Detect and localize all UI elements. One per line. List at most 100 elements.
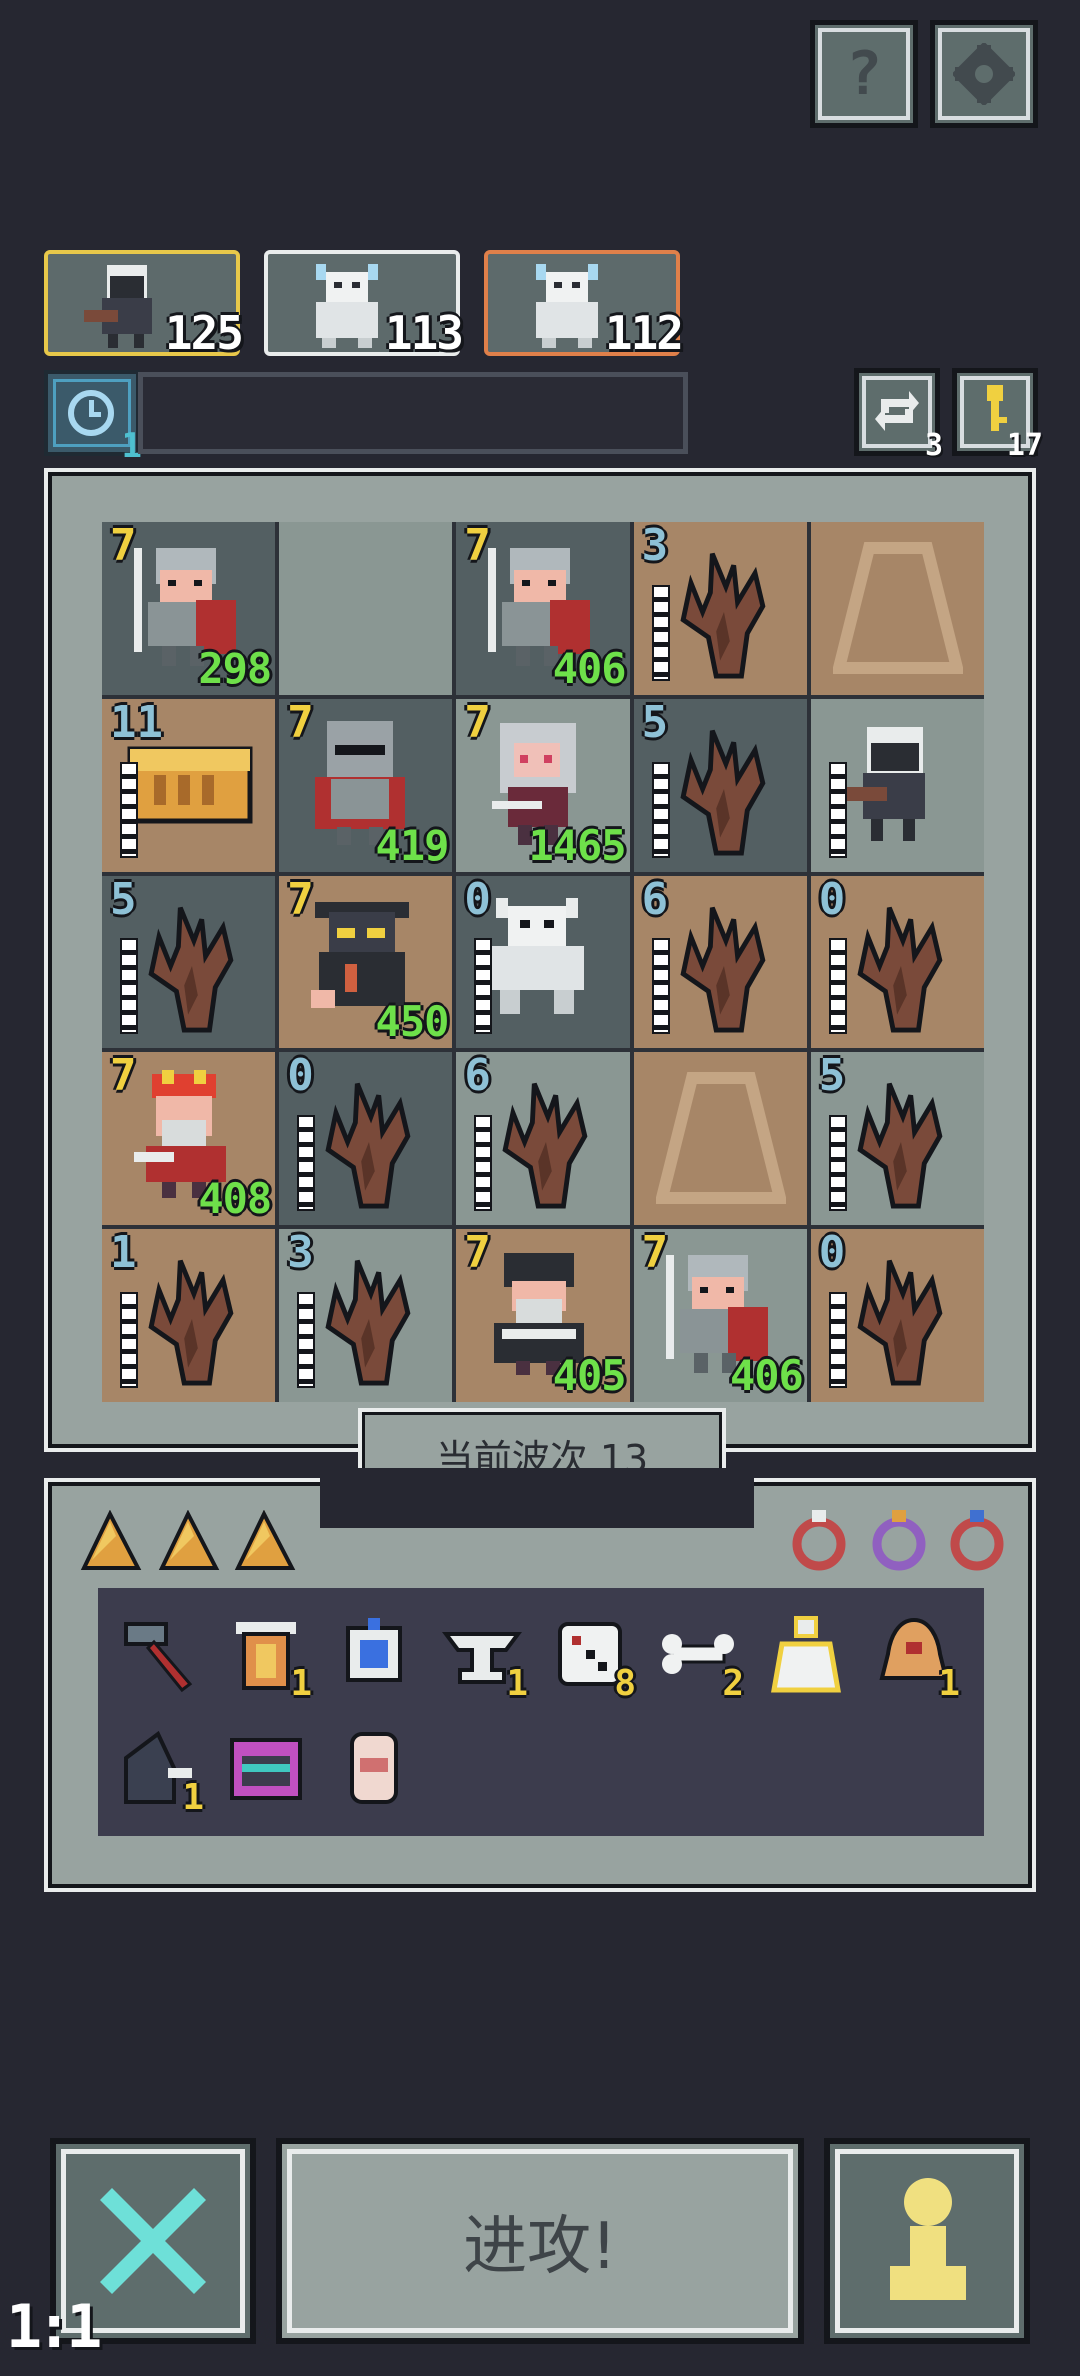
gem-box-icon bbox=[346, 1618, 402, 1682]
ring-icon[interactable] bbox=[868, 1506, 930, 1572]
dead-tree-icon bbox=[680, 729, 766, 856]
cell-level: 0 bbox=[818, 875, 846, 925]
inventory-item[interactable]: 1 bbox=[874, 1614, 960, 1704]
inventory-item[interactable]: 1 bbox=[442, 1614, 528, 1704]
board-cell[interactable] bbox=[810, 698, 984, 872]
board-cell[interactable]: 5 bbox=[810, 1052, 984, 1226]
cell-level: 5 bbox=[110, 875, 137, 925]
dead-tree-icon bbox=[680, 552, 766, 679]
board-cell[interactable]: 7 406 bbox=[456, 522, 630, 695]
board-cell[interactable]: 0 bbox=[810, 875, 984, 1049]
board-cell[interactable]: 7 405 bbox=[456, 1229, 630, 1402]
enemy-card-3[interactable]: 112 bbox=[484, 250, 684, 360]
board-cell[interactable] bbox=[633, 1052, 807, 1226]
cell-level: 7 bbox=[464, 1229, 491, 1279]
inventory-item[interactable] bbox=[334, 1614, 414, 1694]
cheese-icon[interactable] bbox=[158, 1510, 220, 1572]
stack-bars bbox=[120, 938, 138, 1035]
board-cell[interactable]: 11 bbox=[102, 698, 276, 872]
hammer-icon bbox=[124, 1622, 193, 1693]
stack-bars bbox=[474, 1115, 493, 1212]
dead-tree-icon bbox=[325, 1083, 411, 1209]
board-cell[interactable]: 0 bbox=[456, 875, 630, 1049]
item-count: 1 bbox=[290, 1663, 312, 1704]
stack-bars bbox=[651, 761, 670, 858]
board-cell[interactable]: 6 bbox=[456, 1052, 630, 1226]
inventory-item[interactable]: 1 bbox=[118, 1728, 204, 1818]
cell-level: 5 bbox=[641, 698, 669, 748]
cell-hp: 450 bbox=[375, 997, 450, 1047]
trap-slot-icon bbox=[832, 542, 963, 674]
board-cell[interactable]: 7 1465 bbox=[456, 698, 630, 872]
dead-tree-icon bbox=[680, 906, 766, 1033]
inventory-tab-cover bbox=[320, 1468, 754, 1528]
stack-bars bbox=[651, 938, 670, 1035]
enemy-hp: 112 bbox=[604, 306, 684, 360]
skull-knight-icon bbox=[840, 726, 925, 841]
key-button[interactable]: 17 bbox=[952, 368, 1043, 463]
board-cell[interactable] bbox=[279, 522, 453, 695]
dead-tree-icon bbox=[148, 1259, 234, 1386]
inventory-item[interactable] bbox=[766, 1614, 846, 1694]
board-cell[interactable]: 6 bbox=[633, 875, 807, 1049]
cell-level: 6 bbox=[464, 1052, 491, 1102]
attack-button[interactable]: 进攻! bbox=[276, 2138, 804, 2344]
enemy-card-2[interactable]: 113 bbox=[264, 250, 464, 360]
stack-bars bbox=[297, 1115, 316, 1212]
horned-ghost-icon bbox=[490, 897, 585, 1014]
board-cell[interactable]: 7 406 bbox=[633, 1229, 807, 1402]
ring-icon[interactable] bbox=[788, 1506, 850, 1572]
cheese-icon[interactable] bbox=[80, 1510, 142, 1572]
board-cell[interactable]: 7 408 bbox=[102, 1052, 276, 1226]
board-cell[interactable]: 3 bbox=[279, 1229, 453, 1402]
board-cell[interactable]: 1 bbox=[102, 1229, 276, 1402]
inventory-item[interactable]: 8 bbox=[550, 1614, 636, 1704]
inventory-item[interactable] bbox=[334, 1728, 414, 1808]
cheese-icon[interactable] bbox=[234, 1510, 296, 1572]
timer-button[interactable]: 1 bbox=[44, 370, 142, 466]
ring-icon[interactable] bbox=[946, 1506, 1008, 1572]
board-cell[interactable]: 3 bbox=[633, 522, 807, 695]
board-cell[interactable]: 5 bbox=[102, 875, 276, 1049]
board-cell[interactable]: 7 419 bbox=[279, 698, 453, 872]
cell-level: 0 bbox=[464, 875, 491, 925]
speed-label[interactable]: 1:1 bbox=[6, 2292, 102, 2362]
dead-tree-icon bbox=[857, 906, 943, 1033]
cell-level: 7 bbox=[110, 522, 137, 571]
board-cell[interactable]: 5 bbox=[633, 698, 807, 872]
inventory-item[interactable] bbox=[118, 1614, 198, 1694]
cell-level: 7 bbox=[641, 1229, 669, 1279]
cell-level: 3 bbox=[287, 1229, 314, 1279]
cell-hp: 405 bbox=[552, 1351, 627, 1400]
enemy-hp: 113 bbox=[384, 306, 464, 360]
cell-hp: 408 bbox=[198, 1174, 272, 1224]
stack-bars bbox=[297, 1292, 316, 1388]
cell-hp: 1465 bbox=[528, 820, 626, 870]
inventory-item[interactable]: 2 bbox=[658, 1614, 744, 1704]
settings-button[interactable] bbox=[930, 20, 1038, 128]
help-icon: ? bbox=[845, 39, 883, 109]
stack-bars bbox=[828, 1292, 847, 1388]
help-button[interactable]: ? bbox=[810, 20, 918, 128]
key-count: 17 bbox=[1006, 428, 1043, 463]
inventory-item[interactable] bbox=[226, 1728, 306, 1808]
cell-level: 7 bbox=[287, 698, 314, 748]
reroll-button[interactable]: 3 bbox=[854, 368, 943, 463]
cell-hp: 406 bbox=[552, 643, 627, 693]
board-cell[interactable]: 0 bbox=[279, 1052, 453, 1226]
unit-button[interactable] bbox=[824, 2138, 1030, 2344]
dead-tree-icon bbox=[857, 1083, 943, 1209]
inventory-grid: 1 1 8 2 1 1 bbox=[98, 1588, 984, 1836]
board-grid: 7 298 7 406 3 11 7 419 7 1465 5 5 7 450 0 6 0 7 408 0 6 5 1 3 7 4… bbox=[102, 522, 984, 1402]
board-cell[interactable] bbox=[810, 522, 984, 695]
bed-icon bbox=[230, 1738, 302, 1800]
board-cell[interactable]: 7 298 bbox=[102, 522, 276, 695]
stack-bars bbox=[651, 584, 670, 681]
inventory-item[interactable]: 1 bbox=[226, 1614, 312, 1704]
board-cell[interactable]: 7 450 bbox=[279, 875, 453, 1049]
dead-tree-icon bbox=[148, 906, 234, 1033]
cell-hp: 406 bbox=[729, 1351, 804, 1400]
enemy-card-1[interactable]: 125 bbox=[44, 250, 244, 360]
potion-icon bbox=[771, 1616, 841, 1693]
board-cell[interactable]: 0 bbox=[810, 1229, 984, 1402]
